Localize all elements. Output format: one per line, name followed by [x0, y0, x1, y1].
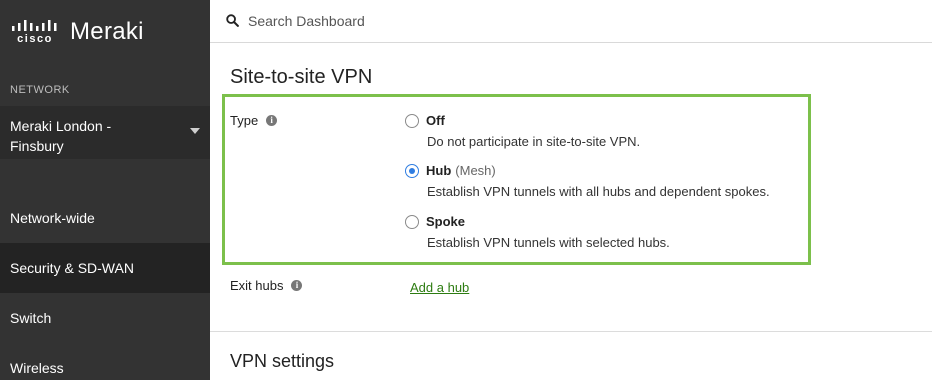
radio-off-description: Do not participate in site-to-site VPN.: [427, 134, 641, 149]
network-selector[interactable]: Meraki London - Finsbury: [0, 106, 210, 159]
search-bar: [210, 0, 932, 43]
type-option-hub[interactable]: Hub (Mesh): [405, 163, 496, 178]
page-title: Site-to-site VPN: [230, 66, 373, 88]
exit-hubs-label: Exit hubs i: [230, 278, 303, 293]
radio-spoke[interactable]: [405, 214, 419, 229]
network-name: Meraki London - Finsbury: [10, 118, 112, 154]
sidebar-item-label: Wireless: [10, 360, 64, 376]
cisco-logo-icon: cisco: [10, 18, 60, 46]
type-label-text: Type: [230, 113, 259, 128]
sidebar-item-label: Security & SD-WAN: [10, 260, 134, 276]
sidebar: cisco Meraki NETWORK Meraki London - Fin…: [0, 0, 210, 380]
radio-hub[interactable]: [405, 163, 419, 178]
sidebar-item-label: Network-wide: [10, 210, 95, 226]
sidebar-item-network-wide[interactable]: Network-wide: [0, 193, 210, 243]
network-section-label: NETWORK: [10, 84, 70, 96]
search-input[interactable]: [248, 13, 748, 29]
chevron-down-icon: [190, 128, 200, 134]
radio-spoke-description: Establish VPN tunnels with selected hubs…: [427, 235, 670, 250]
radio-hub-sublabel: (Mesh): [455, 163, 496, 178]
type-label: Type i: [230, 113, 278, 128]
radio-spoke-label: Spoke: [426, 214, 466, 229]
info-icon[interactable]: i: [266, 115, 278, 126]
sidebar-item-switch[interactable]: Switch: [0, 293, 210, 343]
sidebar-item-wireless[interactable]: Wireless: [0, 343, 210, 380]
logo[interactable]: cisco Meraki: [10, 16, 144, 48]
search-icon: [226, 14, 240, 28]
sidebar-item-label: Switch: [10, 310, 52, 326]
cisco-wordmark: cisco: [17, 33, 53, 45]
type-option-spoke[interactable]: Spoke: [405, 214, 465, 229]
radio-hub-label: Hub: [426, 163, 452, 178]
radio-off-label: Off: [426, 113, 445, 128]
add-hub-link[interactable]: Add a hub: [410, 280, 469, 295]
divider: [210, 331, 932, 332]
radio-off[interactable]: [405, 113, 419, 128]
info-icon[interactable]: i: [291, 280, 303, 291]
radio-hub-description: Establish VPN tunnels with all hubs and …: [427, 184, 770, 199]
product-name: Meraki: [70, 18, 144, 45]
type-option-off[interactable]: Off: [405, 113, 445, 128]
exit-hubs-label-text: Exit hubs: [230, 278, 284, 293]
vpn-settings-title: VPN settings: [230, 351, 335, 371]
sidebar-item-security-sd-wan[interactable]: Security & SD-WAN: [0, 243, 210, 293]
